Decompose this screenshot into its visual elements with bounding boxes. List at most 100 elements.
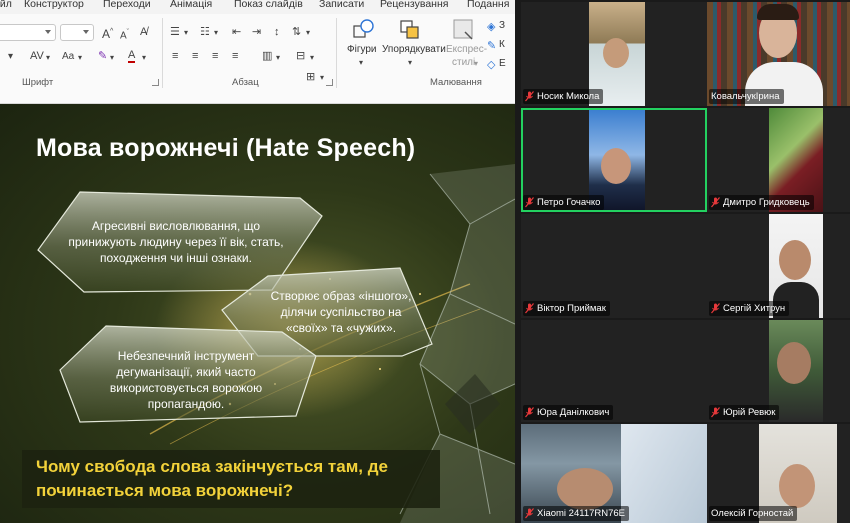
bullets-dropdown-icon[interactable]: ▾ [184, 27, 188, 39]
tab-record[interactable]: Записати [319, 0, 364, 10]
shape-outline-icon[interactable]: ✎ [487, 40, 496, 52]
shape-fill-label: З [499, 20, 506, 31]
participant-name-bar: Сергій Хитрун [709, 301, 790, 316]
char-spacing-dropdown-icon[interactable]: ▾ [46, 52, 50, 64]
participant-tile[interactable]: КовальчукІрина [707, 2, 850, 106]
font-dialog-launcher[interactable] [152, 79, 159, 86]
increase-indent-icon[interactable]: ⇥ [252, 26, 261, 38]
highlight-dropdown-icon[interactable]: ▾ [110, 52, 114, 64]
participant-name: Дмитро Гридковець [723, 197, 810, 208]
align-text-dropdown-icon[interactable]: ▾ [310, 52, 314, 64]
numbering-icon[interactable]: ☷ [200, 26, 210, 38]
tab-file[interactable]: Файл [0, 0, 12, 10]
arrange-dropdown-icon[interactable]: ▾ [408, 57, 412, 69]
participant-name: Юрій Ревюк [723, 407, 776, 418]
smartart-icon[interactable]: ⊞ [306, 71, 315, 83]
font-name-combo[interactable] [0, 24, 56, 41]
tab-slideshow[interactable]: Показ слайдів [234, 0, 303, 10]
participant-tile[interactable]: Юра Данілкович [521, 320, 707, 422]
columns-dropdown-icon[interactable]: ▾ [276, 52, 280, 64]
quick-styles-icon[interactable] [452, 18, 476, 42]
paragraph-dialog-launcher[interactable] [326, 79, 333, 86]
arrange-icon[interactable] [398, 18, 422, 40]
font-size-combo[interactable] [60, 24, 94, 41]
change-case-dropdown-icon[interactable]: ▾ [78, 52, 82, 64]
align-center-icon[interactable]: ≡ [192, 50, 198, 62]
justify-icon[interactable]: ≡ [232, 50, 238, 62]
participant-name: Носик Микола [537, 91, 600, 102]
line-spacing-icon[interactable]: ↕ [274, 26, 280, 38]
participant-name-bar: Олексій Горностай [709, 506, 798, 521]
shapes-button[interactable]: Фігури [347, 44, 377, 55]
video-face [603, 38, 629, 68]
participant-name-bar: Xiaomi 24117RN76E [523, 506, 630, 521]
participant-tile[interactable]: Носик Микола [521, 2, 707, 106]
align-left-icon[interactable]: ≡ [172, 50, 178, 62]
group-label-drawing: Малювання [430, 77, 482, 88]
participant-tile[interactable]: Віктор Приймак [521, 214, 707, 318]
mic-muted-icon [525, 91, 534, 102]
arrange-button[interactable]: Упорядкувати [382, 44, 446, 55]
mic-muted-icon [525, 303, 534, 314]
font-color-arrow-icon[interactable]: ▾ [142, 52, 146, 64]
slide-question: Чому свобода слова закінчується там, де … [36, 457, 388, 500]
change-case-icon[interactable]: Aa [62, 51, 74, 63]
quick-styles-dropdown-icon[interactable]: ▾ [474, 58, 478, 70]
align-right-icon[interactable]: ≡ [212, 50, 218, 62]
participant-name: КовальчукІрина [711, 91, 780, 102]
bullets-icon[interactable]: ☰ [170, 26, 180, 38]
group-label-font: Шрифт [22, 77, 54, 88]
separator [336, 18, 337, 88]
participant-tile[interactable]: Дмитро Гридковець [707, 108, 850, 212]
font-color-dropdown-icon[interactable]: ▾ [8, 51, 13, 63]
shapes-icon[interactable] [352, 18, 376, 40]
video-face [777, 342, 811, 384]
participant-tile[interactable]: Юрій Ревюк [707, 320, 850, 422]
shrink-font-icon[interactable]: Aˇ [120, 27, 129, 42]
participant-tile[interactable]: Сергій Хитрун [707, 214, 850, 318]
participant-name: Олексій Горностай [711, 508, 794, 519]
participant-name-bar: Носик Микола [523, 89, 604, 104]
tab-review[interactable]: Рецензування [380, 0, 448, 10]
mic-muted-icon [525, 197, 534, 208]
participant-name: Віктор Приймак [537, 303, 606, 314]
align-text-icon[interactable]: ⊟ [296, 50, 305, 62]
separator [162, 18, 163, 88]
tab-design[interactable]: Конструктор [24, 0, 84, 10]
participant-name-bar: Юрій Ревюк [709, 405, 780, 420]
clear-format-icon[interactable]: A̸ [140, 26, 147, 38]
font-color-icon[interactable]: A [128, 50, 136, 63]
columns-icon[interactable]: ▥ [262, 50, 272, 62]
text-direction-icon[interactable]: ⇅ [292, 26, 301, 38]
char-spacing-icon[interactable]: AV [30, 50, 44, 62]
tab-animations[interactable]: Анімація [170, 0, 212, 10]
video-face [557, 468, 613, 510]
participant-tile-active-speaker[interactable]: Петро Гочачко [521, 108, 707, 212]
text-direction-dropdown-icon[interactable]: ▾ [306, 27, 310, 39]
video-hair [757, 4, 799, 20]
ribbon-body: A^ Aˇ A̸ ▾ AV ▾ Aa ▾ ✎ ▾ A ▾ Шрифт ☰ ▾ ☷… [0, 14, 515, 103]
ribbon-tabs: Файл Конструктор Переходи Анімація Показ… [0, 0, 515, 14]
tab-view[interactable]: Подання [467, 0, 509, 10]
numbering-dropdown-icon[interactable]: ▾ [214, 27, 218, 39]
participant-tile[interactable]: Xiaomi 24117RN76E [521, 424, 707, 523]
smartart-dropdown-icon[interactable]: ▾ [320, 72, 324, 84]
participant-tile[interactable]: Олексій Горностай [707, 424, 850, 523]
decrease-indent-icon[interactable]: ⇤ [232, 26, 241, 38]
quick-styles-label-line1[interactable]: Експрес- [446, 44, 487, 55]
shapes-dropdown-icon[interactable]: ▾ [359, 57, 363, 69]
participant-name: Юра Данілкович [537, 407, 610, 418]
tab-transitions[interactable]: Переходи [103, 0, 151, 10]
shape-fill-icon[interactable]: ◈ [487, 21, 495, 33]
highlight-icon[interactable]: ✎ [98, 50, 107, 62]
grow-font-icon[interactable]: A^ [102, 26, 113, 40]
participant-name-bar: Петро Гочачко [523, 195, 605, 210]
panel-1-text: Агресивні висловлювання, що принижують л… [68, 219, 284, 265]
video-face [779, 464, 815, 508]
mic-muted-icon [711, 407, 720, 418]
participant-name-bar: Дмитро Гридковець [709, 195, 814, 210]
shape-effects-icon[interactable]: ◇ [487, 59, 495, 71]
quick-styles-label-line2[interactable]: стилі [452, 57, 475, 68]
participant-name-bar: КовальчукІрина [709, 89, 784, 104]
participant-name-bar: Віктор Приймак [523, 301, 610, 316]
